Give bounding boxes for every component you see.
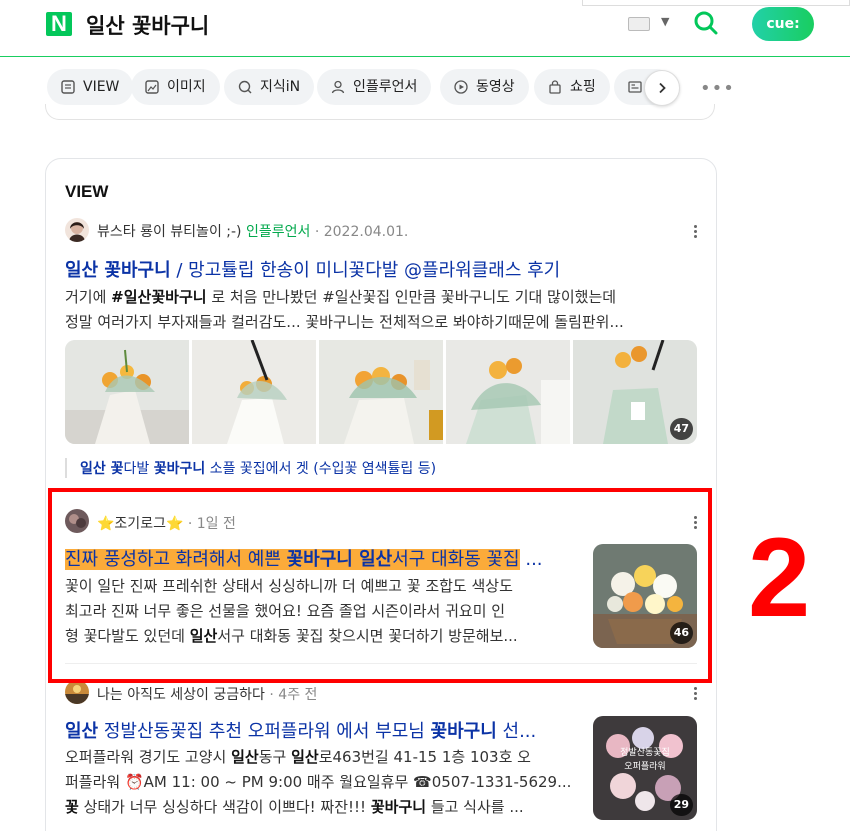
- desc-text: 동구: [258, 748, 292, 766]
- sub-keyword: 꽃바구니: [153, 461, 206, 477]
- title-keyword: 일산 꽃바구니: [65, 260, 171, 281]
- tab-label: 쇼핑: [570, 79, 596, 95]
- naver-logo[interactable]: N: [46, 12, 72, 36]
- desc-text: 로 처음 만나봤던 #일산꽃집 인만큼 꽃바구니도 기대 많이했는데: [206, 288, 617, 306]
- desc-keyword: #일산꽃바구니: [111, 288, 207, 306]
- previous-section-edge: [45, 104, 715, 120]
- desc-keyword: 꽃바구니: [370, 798, 427, 816]
- play-icon: [452, 69, 470, 105]
- post-thumbnail[interactable]: [65, 340, 189, 444]
- tab-label: 인플루언서: [353, 79, 418, 95]
- annotation-label: 2: [748, 515, 811, 640]
- post-thumbnail[interactable]: [446, 340, 570, 444]
- knowledge-icon: [236, 69, 254, 105]
- keyboard-icon[interactable]: [628, 17, 650, 31]
- related-post-link[interactable]: 일산 꽃다발 꽃바구니 소플 꽃집에서 겟 (수입꽃 염색튤립 등): [65, 458, 436, 478]
- sub-text: 다발: [123, 461, 154, 477]
- annotation-highlight-box: [48, 488, 712, 683]
- title-text: 선...: [496, 721, 537, 742]
- tab-video[interactable]: 동영상: [440, 69, 529, 105]
- desc-line: 오퍼플라워 경기도 고양시 일산동구 일산로463번길 41-15 1층 103…: [65, 745, 585, 770]
- desc-keyword: 꽃: [65, 798, 79, 816]
- avatar[interactable]: [65, 218, 89, 242]
- author-name[interactable]: 나는 아직도 세상이 궁금하다: [97, 687, 265, 703]
- caption-line: 정발산동꽃집: [620, 748, 670, 758]
- more-icon[interactable]: •••: [700, 78, 735, 99]
- desc-keyword: 일산: [231, 748, 259, 766]
- tab-influencer[interactable]: 인플루언서: [317, 69, 432, 105]
- section-title: VIEW: [65, 182, 109, 201]
- title-keyword: 꽃바구니: [430, 721, 497, 742]
- meta-separator: ·: [269, 687, 274, 703]
- author-name[interactable]: 뷰스타 룡이 뷰티놀이 ;-): [97, 224, 242, 240]
- desc-text: 들고 식사를 ...: [426, 798, 524, 816]
- tab-image[interactable]: 이미지: [131, 69, 220, 105]
- tab-label: VIEW: [83, 79, 120, 95]
- tab-view[interactable]: VIEW: [47, 69, 134, 105]
- image-count-badge: 29: [669, 794, 693, 816]
- chevron-right-icon[interactable]: [644, 70, 680, 106]
- tab-label: 이미지: [167, 79, 206, 95]
- view-icon: [59, 69, 77, 105]
- title-keyword: 일산: [65, 721, 99, 742]
- caret-down-icon[interactable]: ▼: [661, 15, 669, 28]
- sub-text: 소플 꽃집에서 겟 (수입꽃 염색튤립 등): [205, 461, 437, 477]
- desc-keyword: 일산: [291, 748, 319, 766]
- post-thumbnail[interactable]: [319, 340, 443, 444]
- bag-icon: [546, 69, 564, 105]
- tab-knowledge[interactable]: 지식iN: [224, 69, 315, 105]
- post-title-link[interactable]: 일산 꽃바구니 / 망고튤립 한송이 미니꽃다발 @플라워클래스 후기: [65, 256, 695, 282]
- desc-line: 꽃 상태가 너무 싱싱하다 색감이 이쁘다! 짜잔!!! 꽃바구니 들고 식사를…: [65, 795, 585, 820]
- post-meta: 뷰스타 룡이 뷰티놀이 ;-) 인플루언서 · 2022.04.01.: [97, 221, 408, 241]
- search-icon[interactable]: [693, 10, 719, 36]
- desc-text: 거기에: [65, 288, 112, 306]
- post-thumbnail[interactable]: 정발산동꽃집 오퍼플라워 29: [593, 716, 697, 820]
- tab-label: 지식iN: [260, 79, 301, 95]
- title-text: 정발산동꽃집 추천 오퍼플라워 에서 부모님: [98, 721, 431, 742]
- post-description[interactable]: 오퍼플라워 경기도 고양시 일산동구 일산로463번길 41-15 1층 103…: [65, 745, 585, 820]
- caption-line: 오퍼플라워: [624, 762, 666, 772]
- cue-button[interactable]: cue:: [752, 7, 814, 41]
- title-text: / 망고튤립 한송이 미니꽃다발 @플라워클래스 후기: [170, 260, 561, 281]
- person-icon: [329, 69, 347, 105]
- desc-line: 정말 여러가지 부자재들과 컬러감도... 꽃바구니는 전체적으로 봐야하기때문…: [65, 313, 624, 331]
- desc-line: 퍼플라워 ⏰AM 11: 00 ~ PM 9:00 매주 월요일휴무 ☎0507…: [65, 773, 572, 791]
- tab-label: 동영상: [476, 79, 515, 95]
- post-meta: 나는 아직도 세상이 궁금하다 · 4주 전: [97, 684, 317, 704]
- image-count-badge: 47: [669, 418, 693, 440]
- image-strip[interactable]: 47: [65, 340, 697, 444]
- desc-text: 상태가 너무 싱싱하다 색감이 이쁘다! 짜잔!!!: [78, 798, 371, 816]
- image-icon: [143, 69, 161, 105]
- news-icon: [626, 69, 644, 105]
- post-thumbnail[interactable]: 47: [573, 340, 697, 444]
- sub-keyword: 일산 꽃: [80, 461, 124, 477]
- desc-text: 로463번길 41-15 1층 103호 오: [318, 748, 531, 766]
- meta-separator: ·: [314, 224, 320, 240]
- desc-line: 거기에 #일산꽃바구니 로 처음 만나봤던 #일산꽃집 인만큼 꽃바구니도 기대…: [65, 285, 705, 310]
- tab-shopping[interactable]: 쇼핑: [534, 69, 610, 105]
- header-bar: N 일산 꽃바구니 ▼ cue:: [0, 0, 850, 57]
- post-date: 2022.04.01.: [323, 224, 409, 240]
- search-query[interactable]: 일산 꽃바구니: [86, 10, 209, 40]
- post-title-link[interactable]: 일산 정발산동꽃집 추천 오퍼플라워 에서 부모님 꽃바구니 선...: [65, 717, 575, 743]
- more-vertical-icon[interactable]: [694, 225, 698, 240]
- more-vertical-icon[interactable]: [694, 687, 698, 702]
- post-date: 4주 전: [278, 687, 318, 703]
- post-thumbnail[interactable]: [192, 340, 316, 444]
- avatar[interactable]: [65, 680, 89, 704]
- thumbnail-caption: 정발산동꽃집 오퍼플라워: [593, 746, 697, 774]
- influencer-badge: 인플루언서: [245, 224, 311, 240]
- desc-text: 오퍼플라워 경기도 고양시: [65, 748, 232, 766]
- header-corner-panel: [582, 0, 850, 6]
- post-description[interactable]: 거기에 #일산꽃바구니 로 처음 만나봤던 #일산꽃집 인만큼 꽃바구니도 기대…: [65, 285, 705, 335]
